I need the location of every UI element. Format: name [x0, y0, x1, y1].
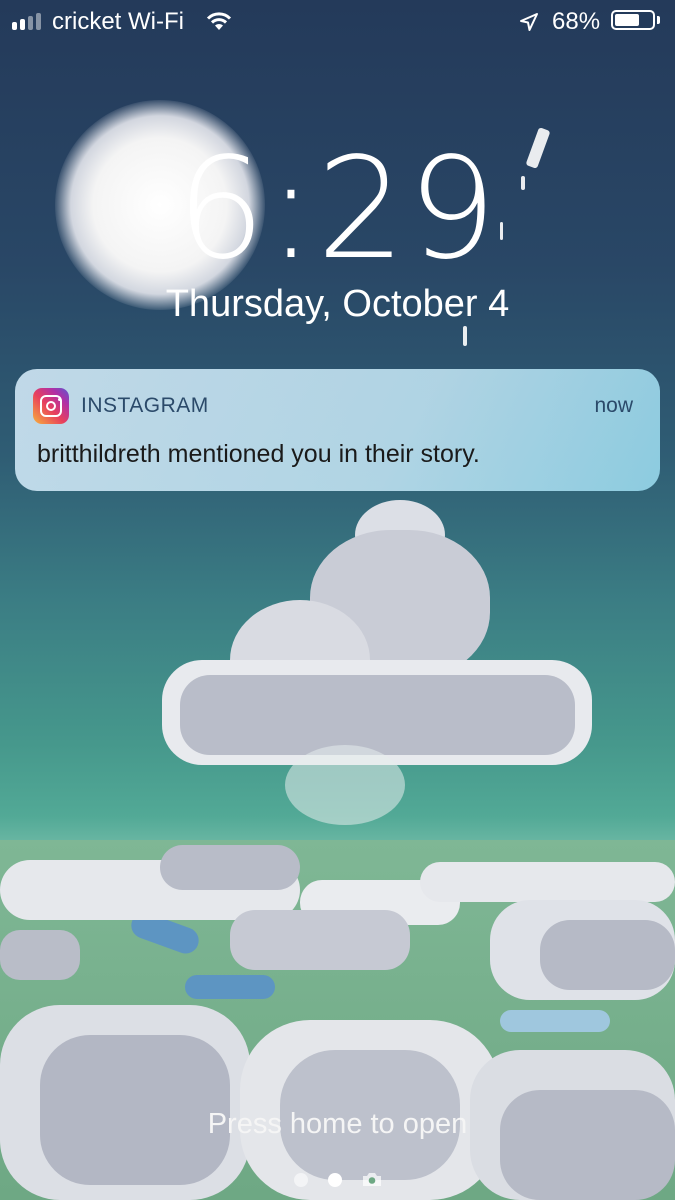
notification-app-name: INSTAGRAM	[81, 394, 209, 417]
lock-date: Thursday, October 4	[165, 283, 510, 325]
press-home-hint: Press home to open	[207, 1108, 468, 1140]
camera-icon[interactable]	[362, 1172, 382, 1187]
battery-tip	[657, 16, 660, 24]
page-dot[interactable]	[293, 1172, 308, 1187]
wallpaper-cloud	[420, 862, 675, 902]
location-arrow-icon	[519, 11, 539, 39]
wallpaper-cloud	[180, 675, 575, 755]
wallpaper-river	[500, 1010, 610, 1032]
wallpaper-cloud	[160, 845, 300, 890]
wifi-icon	[206, 10, 232, 39]
wallpaper-cloud	[0, 930, 80, 980]
page-dot-active[interactable]	[327, 1172, 342, 1187]
signal-icon	[12, 13, 41, 30]
carrier-label: cricket Wi-Fi	[52, 8, 184, 35]
lock-clock: 6:29	[176, 128, 499, 291]
status-bar: cricket Wi-Fi 68%	[0, 0, 675, 44]
notification-message: britthildreth mentioned you in their sto…	[37, 440, 480, 468]
instagram-icon	[33, 388, 69, 424]
wallpaper-cloud	[230, 910, 410, 970]
battery-icon	[611, 10, 655, 30]
wallpaper-river	[185, 975, 275, 999]
wallpaper-streak	[463, 326, 467, 346]
notification-time: now	[594, 394, 633, 417]
battery-percent: 68%	[552, 8, 601, 35]
wallpaper-cloud	[285, 745, 405, 825]
notification-card[interactable]: INSTAGRAM now britthildreth mentioned yo…	[15, 369, 660, 491]
wallpaper-cloud	[540, 920, 675, 990]
page-indicator	[0, 1172, 675, 1187]
